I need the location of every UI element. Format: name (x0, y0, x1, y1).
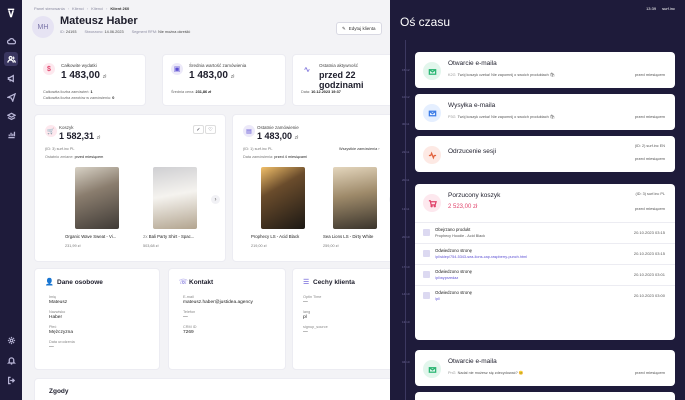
logout-icon[interactable] (4, 373, 18, 387)
cloud-icon[interactable] (4, 34, 18, 48)
order-product[interactable]: Sea Lions LS - Dirty White 259,00 zł (323, 167, 389, 248)
timeline-event-email-open[interactable]: Otwarcie e-maila K2G Twój koszyk czeka! N… (415, 52, 675, 88)
list-icon: ☰ (303, 279, 310, 286)
edit-customer-button[interactable]: ✎ Edytuj klienta (336, 22, 382, 35)
total-spend-card: $ Całkowite wydatki 1 483,00 zł Całkowit… (34, 54, 146, 106)
page-icon (423, 292, 430, 299)
mail-icon (423, 104, 441, 122)
user-icon: 👤 (45, 279, 54, 286)
send-icon[interactable] (4, 90, 18, 104)
timeline-tick: 17.10 (402, 265, 410, 269)
personal-data-card: 👤 Dane osobowe Imię Mateusz Nazwisko Haber… (34, 268, 160, 370)
cart-product[interactable]: Organic Wave Sweat - Vi... 231,99 zł (65, 167, 131, 248)
timeline-panel: 13:39 surf.inc Oś czasu 15.12 10.12 30.1… (390, 0, 685, 400)
timeline-event-next[interactable] (415, 392, 675, 400)
timeline-tick: 15.12 (402, 68, 410, 72)
email-value[interactable]: mateusz.haber@justidea.agency (183, 300, 253, 305)
eye-icon (423, 229, 430, 236)
timeline-tick: 22.11 (402, 150, 410, 154)
product-image (153, 167, 197, 229)
chart-icon[interactable] (4, 127, 18, 141)
cart-card: 🛒 Koszyk 1 582,31 zł ✓ ♡ (ID: 3) surf.in… (34, 114, 226, 262)
cart-product[interactable]: 2x Bali Party Shirt - Spac... 503,68 zł (143, 167, 209, 248)
timeline-tick: 20.11 (402, 178, 410, 182)
megaphone-icon[interactable] (4, 71, 18, 85)
breadcrumb-item[interactable]: Panel sterowania (34, 6, 65, 11)
customer-meta: ID: 24193 Stworzono: 14.06.2023 Segment … (60, 30, 191, 34)
app-logo[interactable]: ⊽ (5, 8, 17, 20)
page-title: Mateusz Haber (60, 15, 138, 27)
cart-icon: 🛒 (45, 125, 57, 137)
product-image (75, 167, 119, 229)
timeline-tick: 14.10 (402, 292, 410, 296)
timeline-event-abandoned-cart[interactable]: Porzucony koszyk 2 523,00 zł (ID: 3) sur… (415, 184, 675, 340)
timeline-event-email-sent[interactable]: Wysyłka e-maila P3G Twój koszyk czeka! Ni… (415, 94, 675, 130)
settings-icon[interactable] (4, 333, 18, 347)
avg-order-card: ▣ Średnia wartość zamówienia 1 483,00 zł… (162, 54, 286, 106)
timeline-tick: 10.12 (402, 95, 410, 99)
breadcrumb: Panel sterowania › Klienci › Klienci › Klie… (34, 6, 130, 11)
bell-icon[interactable] (4, 353, 18, 367)
page-icon (423, 271, 430, 278)
wallet-icon: ▣ (171, 63, 183, 75)
timeline-event-email-open[interactable]: Otwarcie e-maila PnG Nadal nie możesz się… (415, 350, 675, 386)
clock-text: 13:39 (646, 6, 657, 11)
sub-event-page-visit[interactable]: Odwiedzono stronę /pl/ 20.10.2023 03:00 (415, 285, 675, 306)
last-activity-card: ∿ Ostatnia aktywność przed 22 godzinami … (292, 54, 390, 106)
sub-event-page-visit[interactable]: Odwiedzono stronę /pl/wyprzedaz 20.10.20… (415, 264, 675, 285)
timeline-title: Oś czasu (400, 15, 451, 29)
product-image (333, 167, 377, 229)
breadcrumb-item[interactable]: Klienci (91, 6, 103, 11)
mail-open-icon (423, 360, 441, 378)
dollar-icon: $ (43, 63, 55, 75)
order-icon: ▤ (243, 125, 255, 137)
users-icon[interactable] (4, 52, 18, 66)
store-switcher[interactable]: surf.inc (662, 6, 675, 11)
timeline-tick: 30.11 (402, 122, 410, 126)
customer-traits-card: ☰ Cechy klienta Optin Time — lang pl signu… (292, 268, 390, 370)
breadcrumb-item[interactable]: Klienci (72, 6, 84, 11)
timeline-tick: 20.10 (402, 235, 410, 239)
consents-card: Zgody (34, 378, 390, 400)
mail-open-icon (423, 62, 441, 80)
chevron-right-icon[interactable]: › (211, 195, 220, 204)
all-orders-link[interactable]: Wszystkie zamówienia › (339, 147, 380, 151)
phone-icon: ☏ (179, 279, 188, 286)
page-icon (423, 250, 430, 257)
activity-icon: ∿ (303, 64, 311, 74)
timeline-event-session-bounce[interactable]: Odrzucenie sesji (ID: 2) surf.inc EN prz… (415, 136, 675, 172)
avatar: MH (32, 16, 54, 38)
edit-icon: ✎ (342, 25, 346, 31)
product-image (261, 167, 305, 229)
pulse-icon (423, 146, 441, 164)
heart-icon[interactable]: ♡ (205, 125, 216, 134)
breadcrumb-current: Klient 260 (110, 6, 130, 11)
timeline-tick: 04.10 (402, 360, 410, 364)
layers-icon[interactable] (4, 109, 18, 123)
last-order-card: ▤ Ostatnie zamówienie 1 483,00 zł (ID: 1… (232, 114, 390, 262)
customer-profile: Panel sterowania › Klienci › Klienci › Klie… (22, 0, 390, 400)
sub-event-product-view[interactable]: Obejrzano produkt Prophecy Hoodie - Acid… (415, 222, 675, 243)
check-icon[interactable]: ✓ (193, 125, 204, 134)
timeline-tick: 13.10 (402, 320, 410, 324)
cart-icon (423, 194, 441, 212)
contact-card: ☏ Kontakt E-mail mateusz.haber@justidea.a… (168, 268, 286, 370)
order-product[interactable]: Prophecy LS - Acid Black 219,00 zł (251, 167, 317, 248)
timeline-axis (405, 40, 406, 400)
timeline-tick: 13.11 (402, 207, 410, 211)
sidebar: ⊽ (0, 0, 22, 400)
sub-event-page-visit[interactable]: Odwiedzono stronę /pl/sklep/754-5343-sea… (415, 243, 675, 264)
